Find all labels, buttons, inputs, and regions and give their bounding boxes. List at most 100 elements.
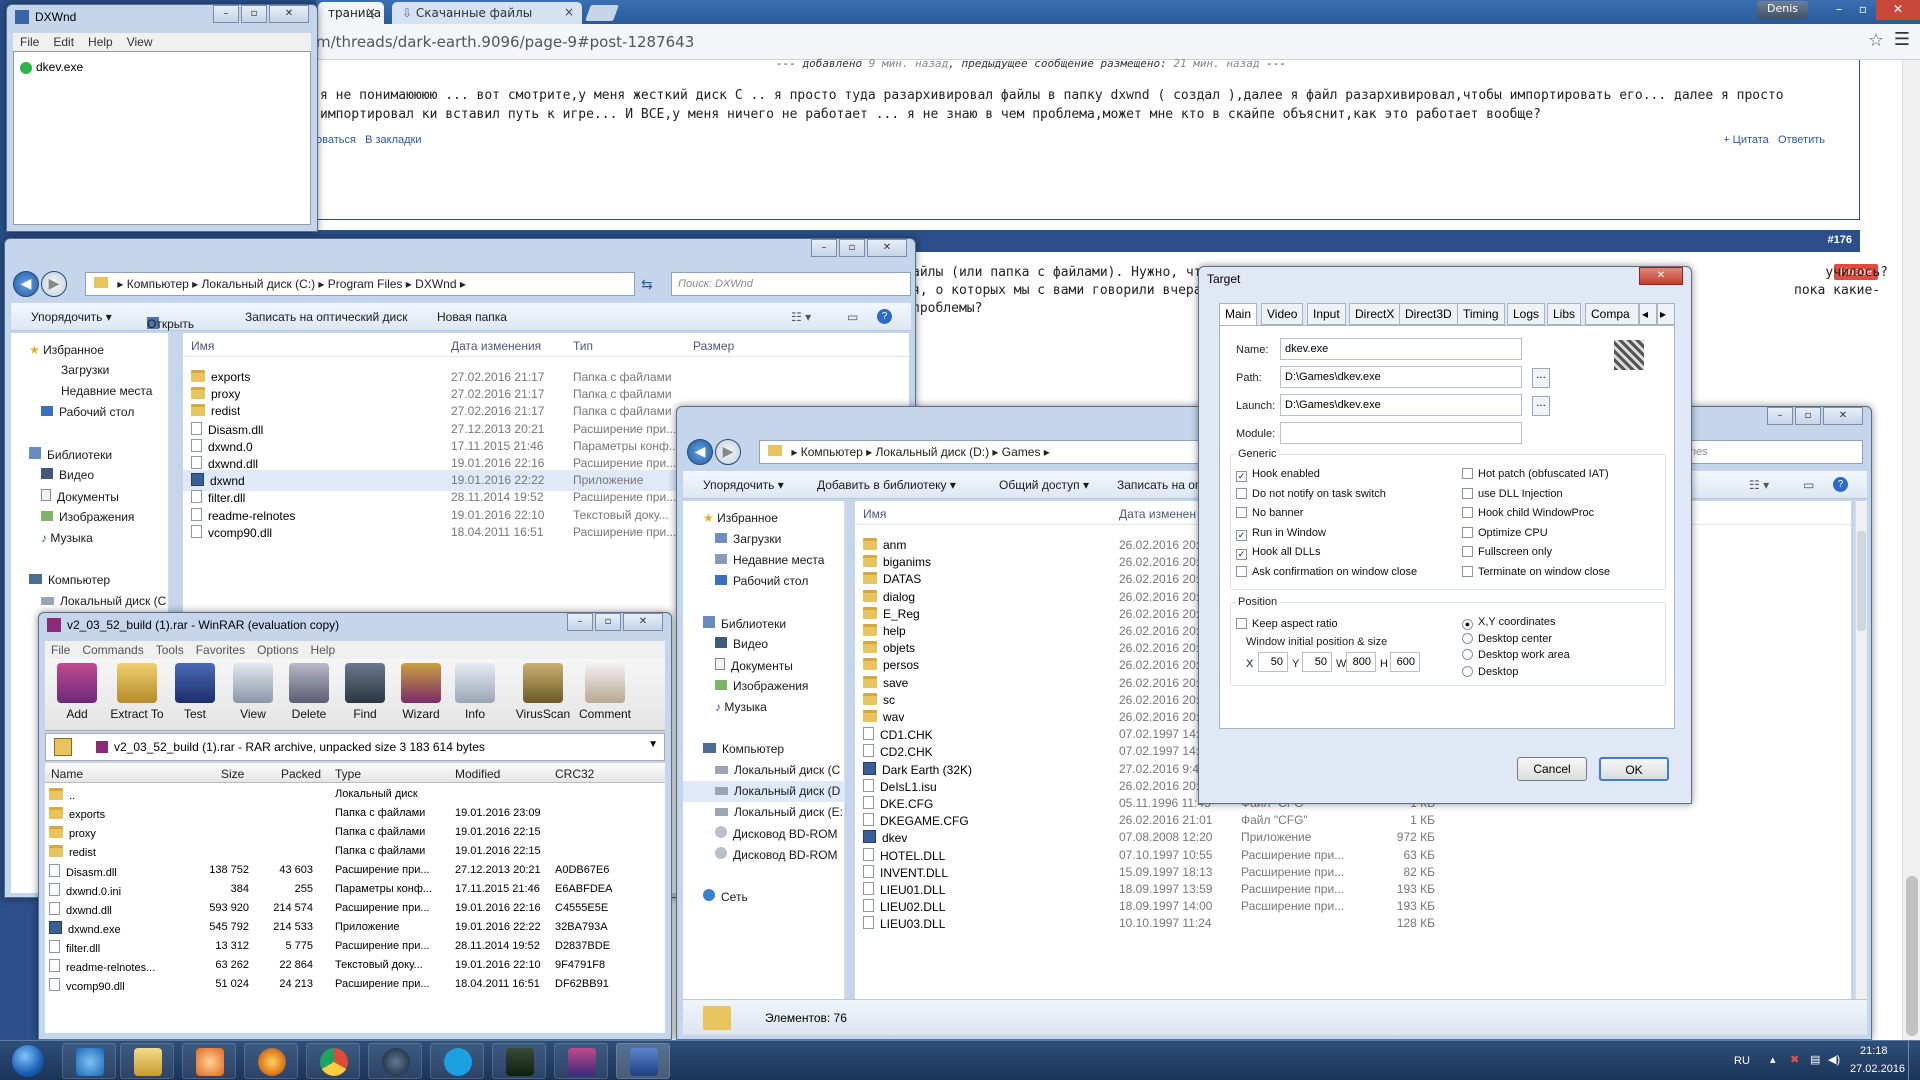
search-input[interactable]: Поиск: DXWnd [671,272,911,296]
view-button[interactable]: View [225,663,281,721]
breadcrumb-item[interactable]: Локальный диск (D:) [876,445,990,459]
option-checkbox[interactable]: Hot patch (obfuscated IAT) [1462,468,1609,480]
nav-documents[interactable]: Документы [41,489,119,504]
nav-music[interactable]: ♪ Музыка [41,531,93,545]
column-size[interactable]: Size [221,767,244,781]
start-button[interactable] [2,1041,54,1080]
delete-button[interactable]: Delete [281,663,337,721]
nav-recent[interactable]: Недавние места [61,384,152,398]
nav-music[interactable]: ♪ Музыка [715,700,767,714]
up-folder-icon[interactable] [54,738,72,756]
breadcrumb-item[interactable]: Program Files [328,277,403,291]
breadcrumb-item[interactable]: Компьютер [801,445,863,459]
favorites-item[interactable]: ★ Избранное [703,511,778,525]
column-date[interactable]: Дата изменен [1119,507,1196,521]
computer-item[interactable]: Компьютер [703,742,784,756]
burn-button[interactable]: Записать на оптический диск [245,310,408,324]
archive-row[interactable]: vcomp90.dll 51 024 24 213 Расширение при...… [45,975,665,994]
quote-link[interactable]: + Цитата [1723,134,1769,146]
menu-options[interactable]: Options [251,641,304,659]
tab-video[interactable]: Video [1261,303,1304,325]
archive-row[interactable]: .. Локальный диск [45,785,665,804]
nav-video[interactable]: Видео [715,637,768,651]
option-checkbox[interactable]: Do not notify on task switch [1236,487,1386,500]
file-row[interactable]: LIEU03.DLL 10.10.1997 11:24 128 КБ [855,913,1851,934]
option-checkbox[interactable]: ✓ Hook enabled [1236,468,1320,482]
close-tab-icon[interactable]: × [564,5,574,19]
wizard-button[interactable]: Wizard [393,663,449,721]
organize-button[interactable]: Упорядочить ▾ [31,310,112,324]
profile-button[interactable]: Denis [1757,1,1808,19]
new-folder-button[interactable]: Новая папка [437,310,507,324]
position-radio[interactable]: Desktop [1462,665,1518,678]
burn-button[interactable]: Записать на оп [1117,478,1201,492]
module-field[interactable] [1280,422,1522,444]
browser-scrollbar[interactable] [1902,60,1920,1040]
forward-icon[interactable]: ▶ [41,271,67,297]
tray-arrow-icon[interactable]: ▴ [1770,1053,1776,1066]
close-button[interactable]: ✕ [1639,267,1683,285]
nav-drive-c[interactable]: Локальный диск (C [715,763,840,777]
x-field[interactable]: 50 [1258,652,1288,672]
option-checkbox[interactable]: Fullscreen only [1462,546,1552,558]
breadcrumb-item[interactable]: Локальный диск (C:) [202,277,316,291]
breadcrumb-item[interactable]: Games [1002,445,1041,459]
nav-images[interactable]: Изображения [715,679,808,693]
archive-row[interactable]: proxy Папка с файлами 19.01.2016 22:15 [45,823,665,842]
find-button[interactable]: Find [337,663,393,721]
column-packed[interactable]: Packed [281,767,321,781]
cancel-button[interactable]: Cancel [1517,757,1587,781]
option-checkbox[interactable]: Terminate on window close [1462,566,1610,578]
tab-scroll-left-icon[interactable]: ◂ [1639,303,1657,325]
taskbar-skype[interactable] [430,1043,484,1079]
volume-icon[interactable]: ◀) [1828,1053,1840,1066]
nav-bdrom-2[interactable]: Дисковод BD-ROM [715,847,838,862]
column-modified[interactable]: Modified [455,767,500,781]
network-error-icon[interactable]: ✖ [1790,1053,1799,1066]
close-button[interactable]: ✕ [867,239,907,257]
tab-direct3d[interactable]: Direct3D [1399,303,1458,325]
y-field[interactable]: 50 [1302,652,1332,672]
column-name[interactable]: Name [51,767,83,781]
tab-directx[interactable]: DirectX [1349,303,1401,325]
network-item[interactable]: Сеть [703,889,748,904]
close-button[interactable]: ✕ [623,613,663,631]
extract-to-button[interactable]: Extract To [107,663,167,721]
browser-maximize-button[interactable]: ▫ [1850,0,1876,20]
column-type[interactable]: Тип [573,339,593,353]
menu-file[interactable]: File [45,641,76,659]
clock-date[interactable]: 27.02.2016 [1850,1063,1905,1075]
taskbar-winrar[interactable] [554,1043,608,1079]
add-to-library-button[interactable]: Добавить в библиотеку ▾ [817,478,956,492]
keep-aspect-checkbox[interactable]: Keep aspect ratio [1236,618,1338,630]
tab-scroll-right-icon[interactable]: ▸ [1657,303,1675,325]
w-field[interactable]: 800 [1346,652,1376,672]
option-checkbox[interactable]: Hook child WindowProc [1462,507,1594,519]
search-input[interactable]: nes [1683,440,1863,464]
archive-row[interactable]: filter.dll 13 312 5 775 Расширение при... 28… [45,937,665,956]
organize-button[interactable]: Упорядочить ▾ [703,478,784,492]
archive-row[interactable]: redist Папка с файлами 19.01.2016 22:15 [45,842,665,861]
file-list-scrollbar[interactable] [1855,501,1867,999]
taskbar-chrome[interactable] [306,1043,360,1079]
back-icon[interactable]: ◀ [13,271,39,297]
nav-downloads[interactable]: Загрузки [61,363,109,377]
refresh-icon[interactable]: ⇆ [641,277,653,293]
maximize-button[interactable]: ▫ [241,5,267,23]
menu-icon[interactable]: ☰ [1894,29,1910,50]
menu-help[interactable]: Help [81,33,120,51]
view-icon[interactable]: ☷ ▾ [791,310,811,324]
scrollbar-thumb[interactable] [1906,876,1918,1036]
taskbar-internet-explorer[interactable] [62,1043,116,1079]
column-name[interactable]: Имя [191,339,214,353]
nav-video[interactable]: Видео [41,468,94,482]
breadcrumb-item[interactable]: Компьютер [127,277,189,291]
column-crc32[interactable]: CRC32 [555,767,594,781]
minimize-button[interactable]: – [213,5,239,23]
view-icon[interactable]: ☷ ▾ [1749,478,1769,492]
scrollbar-thumb[interactable] [1857,531,1866,631]
taskbar-terminal[interactable] [492,1043,546,1079]
bookmark-star-icon[interactable]: ☆ [1868,30,1884,51]
virusscan-button[interactable]: VirusScan [513,663,573,721]
share-button[interactable]: Общий доступ ▾ [999,478,1089,492]
